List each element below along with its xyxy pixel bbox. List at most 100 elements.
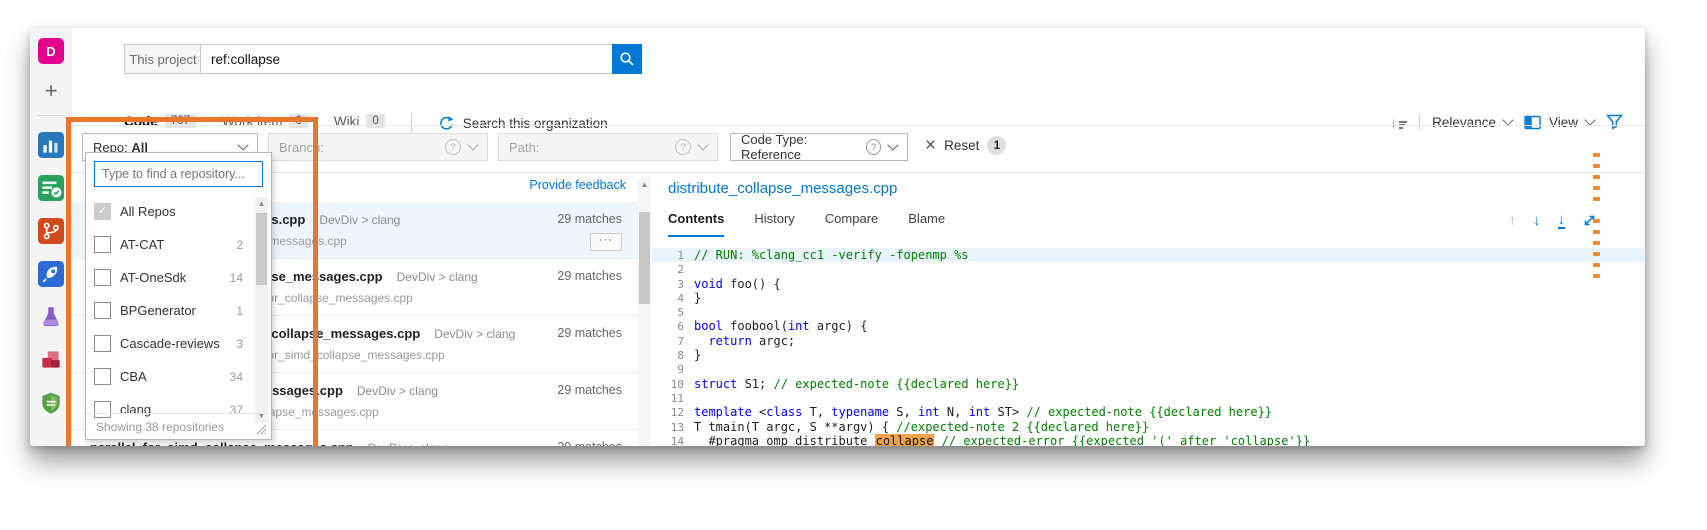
code-line: 3void foo() {	[652, 277, 1645, 291]
search-input[interactable]	[200, 44, 622, 74]
artifacts-icon[interactable]	[37, 346, 65, 374]
repo-option[interactable]: CBA34	[94, 360, 265, 393]
preview-filename-link[interactable]: distribute_collapse_messages.cpp	[668, 180, 1645, 197]
repo-option[interactable]: ✓ All Repos	[94, 195, 265, 228]
repo-name: All Repos	[120, 204, 176, 219]
line-number: 8	[658, 349, 684, 363]
repo-count: 3	[236, 337, 243, 351]
code-type-filter[interactable]: Code Type: Reference ?	[730, 133, 908, 161]
line-number: 9	[658, 363, 684, 377]
search-button[interactable]	[612, 44, 642, 74]
match-count: 29 matches	[557, 212, 622, 226]
file-preview-pane: distribute_collapse_messages.cpp Content…	[652, 172, 1645, 446]
tab-contents[interactable]: Contents	[668, 211, 724, 237]
repo-option-list: ✓ All Repos AT-CAT2AT-OneSdk14 BPGenerator 1…	[94, 195, 265, 427]
repo-option[interactable]: Cascade-reviews3	[94, 327, 265, 360]
search-scope-chip[interactable]: This project	[124, 44, 201, 74]
tab-blame[interactable]: Blame	[908, 211, 945, 237]
help-icon: ?	[675, 139, 691, 155]
code-line: 12template <class T, typename S, int N, …	[652, 405, 1645, 419]
repos-icon[interactable]	[37, 217, 65, 245]
shield-icon[interactable]	[37, 389, 65, 417]
redo-arrow-icon	[438, 115, 454, 131]
download-icon[interactable]: ↓	[1558, 213, 1566, 229]
repo-name: AT-OneSdk	[120, 270, 186, 285]
result-filename[interactable]: parallel_for_simd_collapse_messages.cpp	[90, 440, 354, 446]
repo-dropdown-panel: ✓ All Repos AT-CAT2AT-OneSdk14 BPGenerator 1…	[85, 152, 272, 440]
provide-feedback-link[interactable]: Provide feedback	[529, 178, 626, 192]
tabs-divider	[411, 113, 412, 133]
scroll-up-icon: ▲	[255, 197, 268, 211]
project-avatar[interactable]: D	[38, 38, 64, 64]
sort-relevance-dropdown[interactable]: Relevance	[1432, 115, 1512, 130]
view-dropdown[interactable]: View	[1524, 115, 1594, 130]
line-number: 10	[658, 378, 684, 392]
repo-checkbox[interactable]	[94, 335, 111, 352]
reset-filters-button[interactable]: × Reset 1	[925, 136, 1006, 155]
line-number: 12	[658, 406, 684, 420]
repo-list-scrollbar[interactable]: ▲ ▼	[255, 197, 268, 423]
repo-search-input[interactable]	[94, 161, 263, 187]
line-number: 4	[658, 292, 684, 306]
code-line: 11	[652, 391, 1645, 405]
result-repo-breadcrumb: DevDiv > clang	[319, 213, 400, 227]
match-count: 29 matches	[557, 326, 622, 340]
match-marker	[1593, 252, 1600, 256]
help-icon: ?	[866, 139, 881, 155]
sort-order-icon[interactable]: ↓	[1390, 114, 1407, 130]
code-line: 8}	[652, 348, 1645, 362]
pipelines-icon[interactable]	[37, 260, 65, 288]
repo-checkbox[interactable]	[94, 368, 111, 385]
match-marker	[1593, 219, 1600, 223]
repo-name: AT-CAT	[120, 237, 164, 252]
line-number: 7	[658, 335, 684, 349]
match-marker	[1593, 153, 1600, 157]
match-count: 29 matches	[557, 383, 622, 397]
resize-grip[interactable]	[256, 424, 267, 435]
results-scrollbar[interactable]: ▲	[638, 178, 651, 446]
code-line: 4}	[652, 291, 1645, 305]
browser-window: D + This project	[30, 28, 1645, 446]
repo-count: 1	[236, 304, 243, 318]
scrollbar-thumb	[256, 213, 267, 285]
search-org-link[interactable]: Search this organization	[438, 115, 608, 131]
next-match-icon[interactable]: ↓	[1533, 212, 1541, 229]
app-sidebar: D +	[30, 28, 72, 446]
test-plans-icon[interactable]	[37, 303, 65, 331]
divider-under-tabs	[72, 125, 1645, 126]
help-icon: ?	[445, 139, 461, 155]
chevron-down-icon	[237, 139, 248, 150]
code-line: 6bool foobool(int argc) {	[652, 319, 1645, 333]
repo-option[interactable]: AT-CAT2	[94, 228, 265, 261]
repo-checkbox[interactable]: ✓	[94, 203, 111, 220]
sidebar-divider	[38, 115, 64, 116]
match-marker	[1593, 230, 1600, 234]
repo-checkbox[interactable]	[94, 302, 111, 319]
filter-icon[interactable]	[1606, 114, 1623, 130]
boards-icon[interactable]	[37, 174, 65, 202]
match-count: 29 matches	[557, 440, 622, 446]
tab-history[interactable]: History	[754, 211, 794, 237]
previous-match-icon[interactable]: ↑	[1509, 212, 1517, 229]
repo-name: CBA	[120, 369, 147, 384]
code-line: 14 #pragma omp distribute collapse // ex…	[652, 434, 1645, 446]
code-viewer[interactable]: 1// RUN: %clang_cc1 -verify -fopenmp %s2…	[652, 248, 1645, 446]
split-view-icon	[1524, 115, 1541, 130]
more-actions-button[interactable]: ···	[590, 233, 622, 251]
result-repo-breadcrumb: DevDiv > clang	[434, 327, 515, 341]
add-project-button[interactable]: +	[45, 80, 58, 102]
repo-checkbox[interactable]	[94, 236, 111, 253]
repo-checkbox[interactable]	[94, 269, 111, 286]
repo-option[interactable]: BPGenerator 1	[94, 294, 265, 327]
line-number: 1	[658, 249, 684, 263]
repo-name: BPGenerator	[120, 303, 196, 318]
line-number: 3	[658, 278, 684, 292]
code-line: 7 return argc;	[652, 334, 1645, 348]
overview-icon[interactable]	[37, 131, 65, 159]
code-line: 13T tmain(T argc, S **argv) { //expected…	[652, 420, 1645, 434]
tab-compare[interactable]: Compare	[825, 211, 878, 237]
match-marker	[1593, 274, 1600, 278]
toolbar-divider	[1419, 114, 1420, 130]
repo-option[interactable]: AT-OneSdk14	[94, 261, 265, 294]
branch-filter: Branch: ?	[268, 133, 488, 161]
